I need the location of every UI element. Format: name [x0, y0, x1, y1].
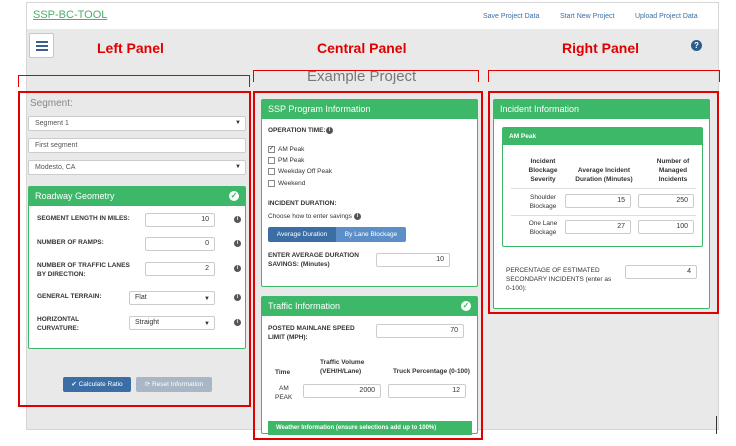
brand-link[interactable]: SSP-BC-TOOL: [33, 9, 107, 21]
annotation-central-panel: Central Panel: [317, 40, 407, 56]
annotation-left-panel: Left Panel: [97, 40, 164, 56]
bracket-left: [18, 75, 250, 87]
top-navbar: SSP-BC-TOOL Save Project Data Start New …: [27, 3, 718, 29]
central-panel-highlight: [253, 91, 483, 440]
hamburger-icon-bar: [36, 49, 48, 51]
hamburger-menu-button[interactable]: [29, 33, 54, 58]
right-panel-highlight: [488, 91, 719, 314]
help-icon[interactable]: ?: [691, 40, 702, 51]
bracket-right: [488, 70, 720, 82]
text-cursor: [716, 416, 717, 434]
upload-project-link[interactable]: Upload Project Data: [635, 13, 698, 20]
hamburger-icon: [36, 41, 48, 43]
hamburger-icon-bar: [36, 45, 48, 47]
annotation-right-panel: Right Panel: [562, 40, 640, 56]
left-panel-highlight: [18, 91, 251, 407]
save-project-link[interactable]: Save Project Data: [483, 13, 539, 20]
start-new-project-link[interactable]: Start New Project: [560, 13, 614, 20]
screenshot-stage: SSP-BC-TOOL Save Project Data Start New …: [0, 0, 736, 446]
bracket-central: [253, 70, 479, 82]
